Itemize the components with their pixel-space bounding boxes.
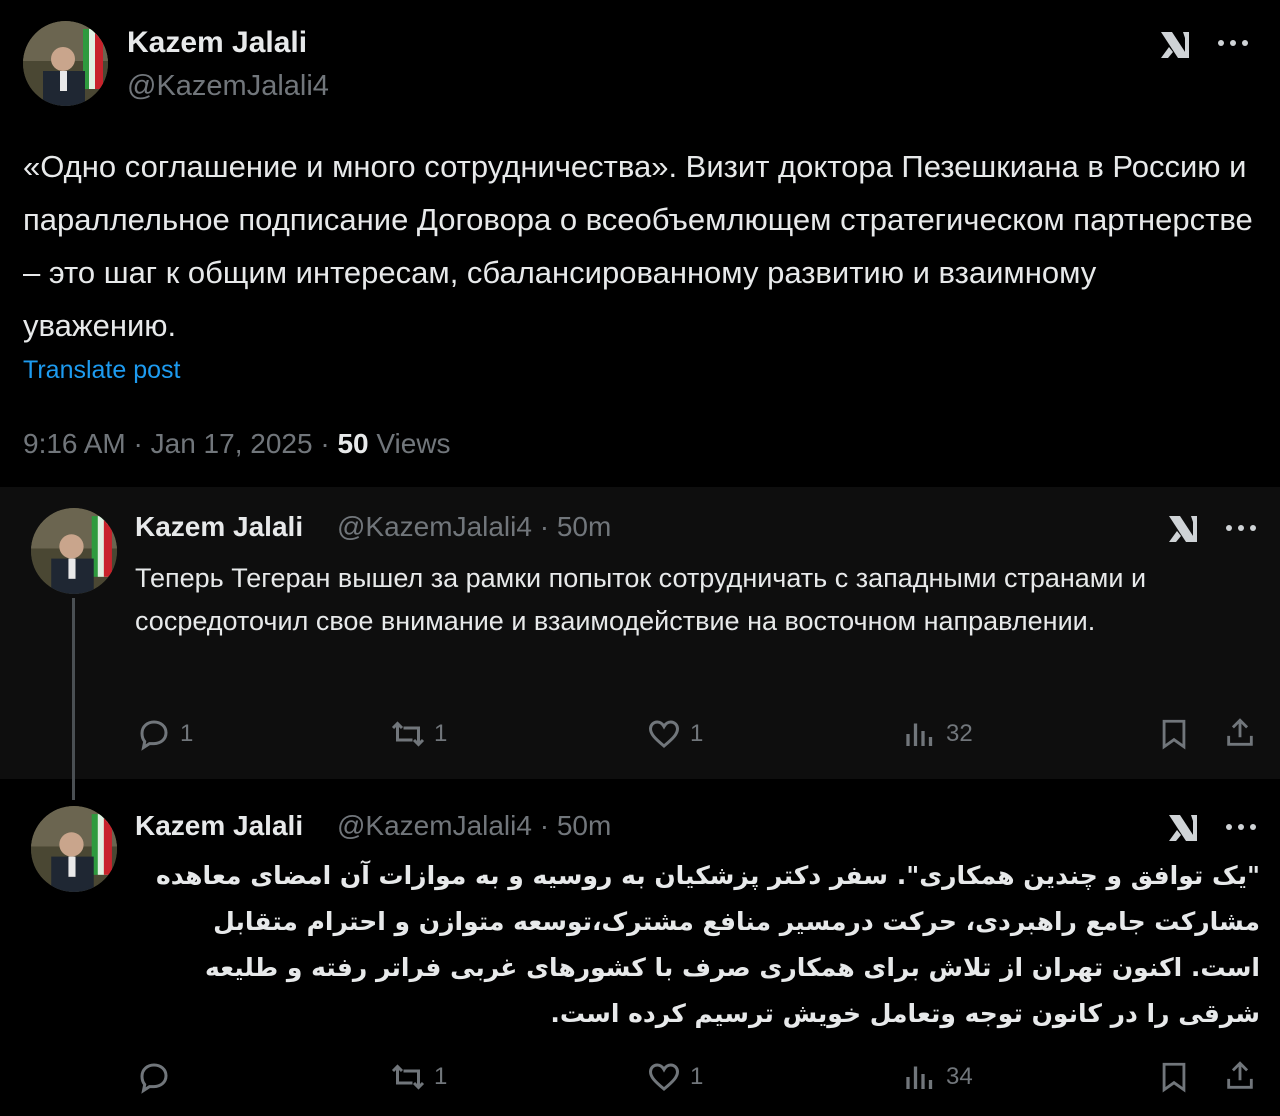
- repost-icon: [391, 721, 425, 747]
- reply-icon: [140, 720, 168, 751]
- grok-icon[interactable]: [1166, 512, 1200, 546]
- repost-count: 1: [434, 1063, 448, 1090]
- views-button[interactable]: 34: [902, 1059, 973, 1095]
- views-icon: [906, 723, 933, 746]
- tweet-time[interactable]: 9:16 AM: [23, 428, 126, 459]
- repost-button[interactable]: 1: [390, 1059, 447, 1095]
- views-count: 50: [337, 428, 369, 459]
- bookmark-icon[interactable]: [1157, 1060, 1191, 1094]
- meta-separator: ·: [133, 428, 143, 459]
- reply-count: 1: [180, 720, 194, 747]
- views-button[interactable]: 32: [902, 716, 973, 752]
- views-label: Views: [376, 428, 451, 459]
- grok-icon[interactable]: [1166, 811, 1200, 845]
- like-icon: [648, 720, 680, 748]
- view-count: 34: [946, 1063, 973, 1090]
- author-handle[interactable]: @KazemJalali4: [337, 810, 532, 841]
- like-count: 1: [690, 1063, 704, 1090]
- avatar[interactable]: [31, 508, 117, 594]
- translate-post-link[interactable]: Translate post: [23, 356, 180, 385]
- reply-handle-line: @KazemJalali4 · 50m: [337, 511, 611, 543]
- share-icon[interactable]: [1223, 716, 1257, 750]
- bookmark-icon[interactable]: [1157, 717, 1191, 751]
- reply-button[interactable]: 1: [136, 716, 193, 752]
- meta-separator: ·: [320, 428, 330, 459]
- grok-icon[interactable]: [1158, 28, 1192, 62]
- author-name[interactable]: Kazem Jalali: [135, 511, 303, 543]
- tweet-text: «Одно соглашение и много сотрудничества»…: [23, 149, 1253, 343]
- views-icon: [906, 1066, 933, 1089]
- reply-icon: [140, 1063, 168, 1094]
- reply-age[interactable]: · 50m: [540, 511, 612, 542]
- author-handle[interactable]: @KazemJalali4: [337, 511, 532, 542]
- reply-age[interactable]: · 50m: [540, 810, 612, 841]
- repost-count: 1: [434, 720, 448, 747]
- more-icon[interactable]: [1224, 817, 1258, 837]
- more-icon[interactable]: [1224, 518, 1258, 538]
- share-icon[interactable]: [1223, 1059, 1257, 1093]
- author-handle[interactable]: @KazemJalali4: [127, 70, 329, 103]
- avatar[interactable]: [31, 806, 117, 892]
- reply-button[interactable]: [136, 1059, 180, 1095]
- reply-text: "یک توافق و چندین همکاری". سفر دکتر پزشک…: [155, 861, 1260, 1028]
- repost-button[interactable]: 1: [390, 716, 447, 752]
- more-icon[interactable]: [1216, 33, 1250, 53]
- tweet-meta: 9:16 AM · Jan 17, 2025 · 50 Views: [23, 428, 451, 460]
- like-button[interactable]: 1: [646, 716, 703, 752]
- author-name[interactable]: Kazem Jalali: [135, 810, 303, 842]
- reply-text: Теперь Тегеран вышел за рамки попыток со…: [135, 563, 1147, 636]
- tweet-date[interactable]: Jan 17, 2025: [151, 428, 313, 459]
- like-count: 1: [690, 720, 704, 747]
- avatar[interactable]: [23, 21, 108, 106]
- view-count: 32: [946, 720, 973, 747]
- thread-line: [72, 598, 75, 800]
- like-button[interactable]: 1: [646, 1059, 703, 1095]
- author-name[interactable]: Kazem Jalali: [127, 26, 307, 60]
- repost-icon: [391, 1064, 425, 1090]
- reply-handle-line: @KazemJalali4 · 50m: [337, 810, 611, 842]
- like-icon: [648, 1063, 680, 1091]
